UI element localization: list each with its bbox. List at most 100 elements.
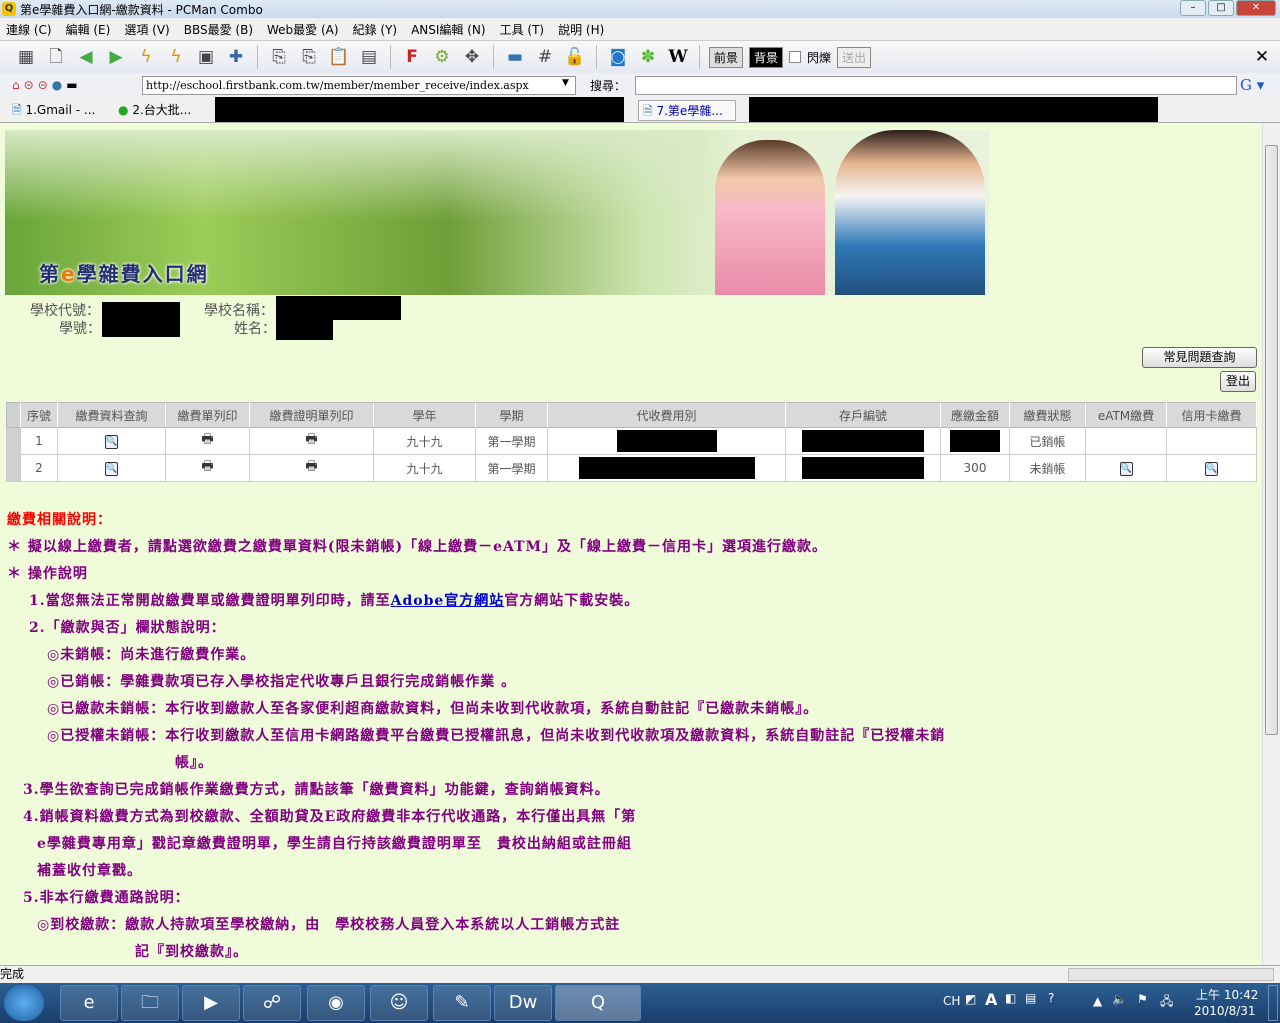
redacted-school-code xyxy=(102,302,180,337)
magnifier-icon[interactable]: 🔍 xyxy=(105,462,118,476)
home-icon[interactable]: ⌂ xyxy=(12,78,20,92)
close-button[interactable]: ✕ xyxy=(1236,0,1276,16)
ime-font-icon[interactable]: A xyxy=(985,990,997,1009)
block-popup-icon[interactable]: ⊝ xyxy=(38,78,48,92)
eatm-pay-icon[interactable]: 🔍 xyxy=(1119,462,1133,476)
font-view-icon[interactable]: ▤ xyxy=(357,45,381,69)
row-term: 第一學期 xyxy=(475,454,548,482)
tab-gmail[interactable]: 🗎 1.Gmail - ... xyxy=(8,100,108,121)
student-boy-image xyxy=(835,130,985,295)
payment-table: 序號 繳費資料查詢 繳費單列印 繳費證明單列印 學年 學期 代收費用別 存戶編號… xyxy=(6,402,1257,482)
ie-taskbar-icon[interactable]: e xyxy=(60,985,118,1021)
pcman-icon[interactable]: ◙ xyxy=(606,45,630,69)
url-dropdown-icon[interactable]: ▼ xyxy=(562,78,569,88)
show-desktop-button[interactable] xyxy=(1268,985,1278,1021)
col-query: 繳費資料查詢 xyxy=(57,402,166,428)
copy-icon[interactable]: ⎘ xyxy=(267,45,291,69)
minimize-button[interactable]: – xyxy=(1180,0,1206,16)
url-input[interactable]: http://eschool.firstbank.com.tw/member/m… xyxy=(142,76,576,95)
show-hidden-icons[interactable]: ▲ xyxy=(1093,994,1102,1008)
help-icon[interactable]: ? xyxy=(1048,991,1054,1005)
menu-tools[interactable]: 工具 (T) xyxy=(500,21,545,38)
reconnect-icon[interactable]: ϟ xyxy=(164,45,188,69)
start-button[interactable] xyxy=(4,985,44,1021)
lock-icon[interactable]: 🔓 xyxy=(563,45,587,69)
network-taskbar-icon[interactable]: ☍ xyxy=(243,985,301,1021)
paste-icon[interactable]: 📋 xyxy=(327,45,351,69)
fullscreen-icon[interactable]: ✥ xyxy=(460,45,484,69)
menu-edit[interactable]: 編輯 (E) xyxy=(66,21,111,38)
row-amount: 300 xyxy=(940,454,1010,482)
settings-gear-icon[interactable]: ⚙ xyxy=(430,45,454,69)
menu-ansi-edit[interactable]: ANSI編輯 (N) xyxy=(411,21,486,38)
send-button[interactable]: 送出 xyxy=(837,46,872,68)
symbols-icon[interactable]: # xyxy=(533,45,557,69)
maximize-button[interactable]: □ xyxy=(1208,0,1234,16)
redacted-fee-type xyxy=(616,430,717,452)
menu-log[interactable]: 紀錄 (Y) xyxy=(353,21,398,38)
address-book-icon[interactable]: ▦ xyxy=(14,45,38,69)
window-icon[interactable]: ▬ xyxy=(66,78,77,92)
logout-button[interactable]: 登出 xyxy=(1220,371,1256,392)
block-icon[interactable]: ⊝ xyxy=(24,78,34,92)
toolbar-close-icon[interactable]: ✕ xyxy=(1250,45,1274,69)
close-connection-icon[interactable]: ▣ xyxy=(194,45,218,69)
printer-icon[interactable]: 🖶 xyxy=(305,430,317,452)
new-page-icon[interactable]: 🗋 xyxy=(44,45,68,69)
note-line: 補蓋收付章戳。 xyxy=(37,863,142,879)
ime-keyboard-icon[interactable]: ▤ xyxy=(1025,991,1036,1005)
google-search-icon[interactable]: G ▾ xyxy=(1240,76,1264,94)
printer-icon[interactable]: 🖶 xyxy=(305,457,317,479)
search-input[interactable] xyxy=(635,76,1237,95)
notepad-taskbar-icon[interactable]: ✎ xyxy=(433,985,491,1021)
menu-connect[interactable]: 連線 (C) xyxy=(6,21,52,38)
clock-time[interactable]: 上午 10:42 xyxy=(1196,986,1258,1003)
background-button[interactable]: 背景 xyxy=(749,46,784,68)
faq-button[interactable]: 常見問題查詢 xyxy=(1142,347,1257,368)
redacted-name xyxy=(276,319,333,340)
forward-icon[interactable]: ▶ xyxy=(104,45,128,69)
network-icon[interactable]: 🖧 xyxy=(1160,992,1173,1013)
explorer-taskbar-icon[interactable]: 🗀 xyxy=(121,985,179,1021)
back-icon[interactable]: ◀ xyxy=(74,45,98,69)
media-player-taskbar-icon[interactable]: ▶ xyxy=(182,985,240,1021)
volume-icon[interactable]: 🔈 xyxy=(1112,992,1127,1006)
redacted-tabs xyxy=(215,97,624,122)
menu-options[interactable]: 選項 (V) xyxy=(124,21,169,38)
chrome-taskbar-icon[interactable]: ◉ xyxy=(307,985,365,1021)
printer-icon[interactable]: 🖶 xyxy=(201,430,213,452)
magnifier-icon[interactable]: 🔍 xyxy=(105,435,118,449)
printer-icon[interactable]: 🖶 xyxy=(201,457,213,479)
owl-taskbar-icon[interactable]: ☺ xyxy=(370,985,428,1021)
adobe-link[interactable]: Adobe官方網站 xyxy=(391,593,505,609)
dreamweaver-taskbar-icon[interactable]: Dw xyxy=(494,985,552,1021)
menu-web-favorites[interactable]: Web最愛 (A) xyxy=(267,21,339,38)
copy-ansi-icon[interactable]: ⎘ xyxy=(297,45,321,69)
vertical-scrollbar[interactable] xyxy=(1262,123,1280,965)
name-label: 姓名： xyxy=(234,321,276,337)
credit-pay-icon[interactable]: 🔍 xyxy=(1205,462,1218,476)
menu-bbs-favorites[interactable]: BBS最愛 (B) xyxy=(184,21,253,38)
scrollbar-thumb[interactable] xyxy=(1265,145,1278,735)
globe-icon[interactable]: ● xyxy=(52,78,62,92)
add-favorite-icon[interactable]: ✚ xyxy=(224,45,248,69)
window-icon[interactable]: ▬ xyxy=(503,45,527,69)
menu-help[interactable]: 說明 (H) xyxy=(558,21,604,38)
col-fee-type: 代收費用別 xyxy=(547,402,786,428)
blink-checkbox[interactable] xyxy=(789,51,802,63)
tab-school-fee[interactable]: 🗎 7.第e學雜... xyxy=(638,100,736,121)
ime-icon[interactable]: ◩ xyxy=(965,992,976,1006)
flower-icon[interactable]: ✽ xyxy=(636,45,660,69)
clock-date[interactable]: 2010/8/31 xyxy=(1194,1004,1256,1018)
action-center-flag-icon[interactable]: ⚑ xyxy=(1137,992,1148,1006)
input-language[interactable]: CH xyxy=(943,994,960,1008)
pcman-taskbar-icon[interactable]: Q xyxy=(555,985,641,1021)
ime-halfwidth-icon[interactable]: ◧ xyxy=(1005,991,1016,1005)
disconnect-icon[interactable]: ϟ xyxy=(134,45,158,69)
banner-image: 第e學雜費入口網 xyxy=(5,130,989,295)
wikipedia-icon[interactable]: W xyxy=(666,45,690,69)
tab-ntu[interactable]: ● 2.台大批... xyxy=(114,100,209,121)
foreground-button[interactable]: 前景 xyxy=(709,46,744,68)
col-amount: 應繳金額 xyxy=(940,402,1010,428)
font-icon[interactable]: F xyxy=(400,45,424,69)
